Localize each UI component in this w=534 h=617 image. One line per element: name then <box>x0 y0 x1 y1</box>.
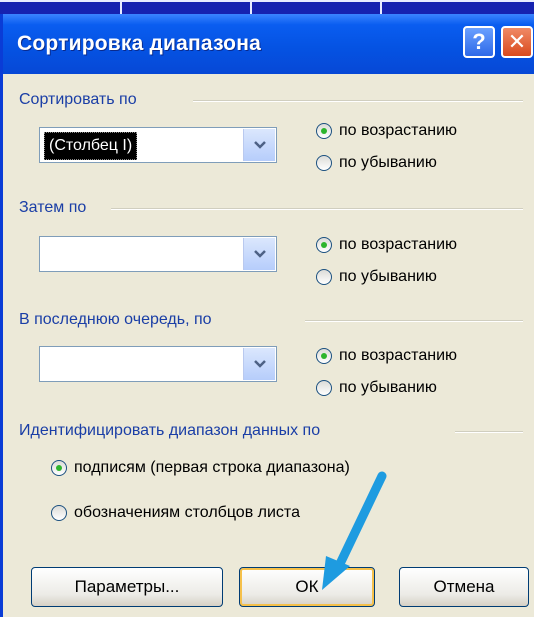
background-decoration <box>250 0 252 14</box>
close-button[interactable]: ✕ <box>501 26 533 58</box>
chevron-down-icon <box>253 360 266 368</box>
then-by-ascending-radio[interactable]: по возрастанию <box>316 236 457 254</box>
radio-circle-icon <box>316 380 332 396</box>
sort-by-combo[interactable]: (Столбец I) <box>39 127 277 163</box>
then-by-combo[interactable] <box>39 236 277 272</box>
then-by-dropdown-button[interactable] <box>243 238 275 270</box>
radio-circle-icon <box>316 123 332 139</box>
options-button[interactable]: Параметры... <box>31 567 223 607</box>
help-button[interactable]: ? <box>463 26 495 58</box>
sort-by-label: Сортировать по <box>19 91 137 108</box>
divider <box>111 208 523 210</box>
then-by-descending-label: по убыванию <box>339 268 437 285</box>
last-by-ascending-radio[interactable]: по возрастанию <box>316 347 457 365</box>
dialog-title: Сортировка диапазона <box>17 32 261 55</box>
identify-label: Идентифицировать диапазон данных по <box>19 422 321 439</box>
identify-columns-radio[interactable]: обозначениям столбцов листа <box>51 504 300 522</box>
ok-button[interactable]: ОК <box>239 567 375 607</box>
chevron-down-icon <box>253 141 266 149</box>
identify-labels-radio[interactable]: подписям (первая строка диапазона) <box>51 459 350 477</box>
divider <box>305 320 523 322</box>
sort-by-descending-radio[interactable]: по убыванию <box>316 154 437 172</box>
close-icon: ✕ <box>507 29 527 54</box>
help-icon: ? <box>472 29 486 54</box>
background-decoration <box>120 0 122 14</box>
last-by-ascending-label: по возрастанию <box>339 347 457 364</box>
divider <box>193 100 523 102</box>
sort-by-descending-label: по убыванию <box>339 154 437 171</box>
then-by-descending-radio[interactable]: по убыванию <box>316 268 437 286</box>
title-bar[interactable]: Сортировка диапазона ? ✕ <box>3 14 534 74</box>
then-by-ascending-label: по возрастанию <box>339 236 457 253</box>
identify-labels-option: подписям (первая строка диапазона) <box>74 459 350 476</box>
sort-by-dropdown-button[interactable] <box>243 129 275 161</box>
divider <box>455 431 523 433</box>
chevron-down-icon <box>253 250 266 258</box>
last-by-label: В последнюю очередь, по <box>19 311 212 328</box>
radio-circle-icon <box>316 237 332 253</box>
sort-by-ascending-label: по возрастанию <box>339 122 457 139</box>
identify-columns-option: обозначениям столбцов листа <box>74 504 300 521</box>
radio-circle-icon <box>51 460 67 476</box>
cancel-button[interactable]: Отмена <box>399 567 529 607</box>
sort-by-ascending-radio[interactable]: по возрастанию <box>316 122 457 140</box>
last-by-combo[interactable] <box>39 346 277 382</box>
sort-range-dialog: Сортировка диапазона ? ✕ Сортировать по … <box>0 14 534 617</box>
last-by-descending-label: по убыванию <box>339 379 437 396</box>
then-by-label: Затем по <box>19 199 87 216</box>
radio-circle-icon <box>316 348 332 364</box>
last-by-descending-radio[interactable]: по убыванию <box>316 379 437 397</box>
background-decoration <box>0 0 534 2</box>
background-decoration <box>380 0 382 14</box>
radio-circle-icon <box>316 155 332 171</box>
radio-circle-icon <box>316 269 332 285</box>
sort-by-combo-value: (Столбец I) <box>44 132 138 160</box>
radio-circle-icon <box>51 505 67 521</box>
last-by-dropdown-button[interactable] <box>243 348 275 380</box>
